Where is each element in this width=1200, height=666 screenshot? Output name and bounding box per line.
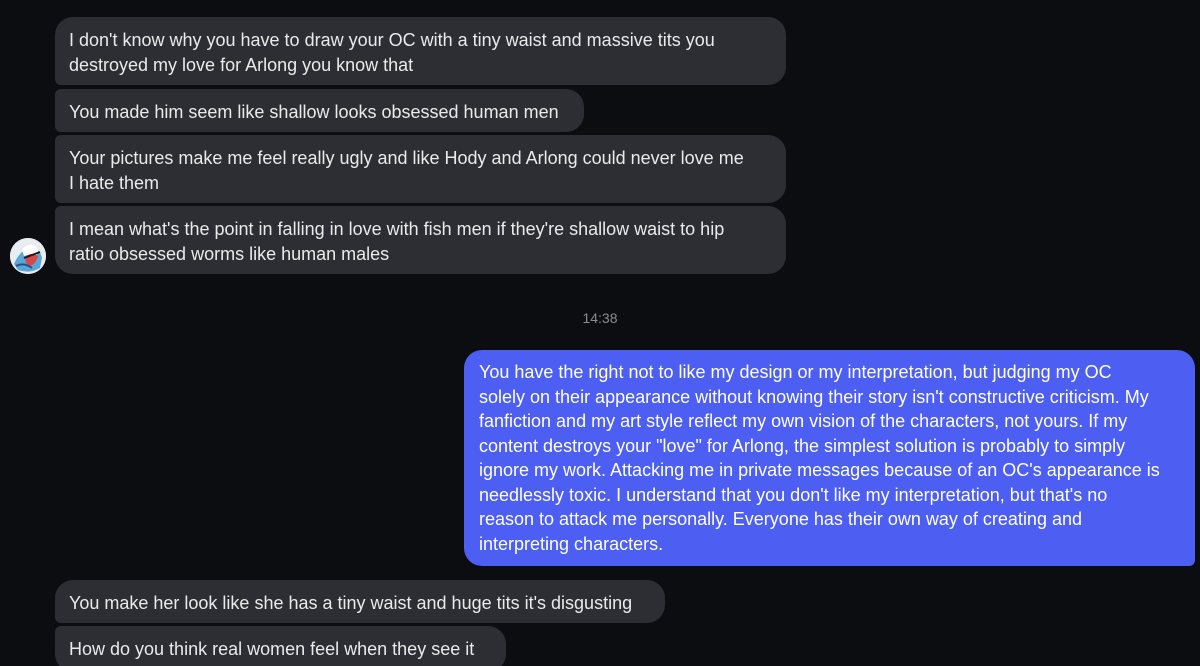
incoming-message[interactable]: Your pictures make me feel really ugly a… bbox=[55, 135, 786, 203]
outgoing-message[interactable]: You have the right not to like my design… bbox=[464, 350, 1195, 566]
avatar-illustration bbox=[10, 238, 46, 274]
incoming-message[interactable]: I don't know why you have to draw your O… bbox=[55, 17, 786, 85]
chat-thread: I don't know why you have to draw your O… bbox=[0, 0, 1200, 666]
incoming-message[interactable]: You made him seem like shallow looks obs… bbox=[55, 89, 584, 132]
incoming-message[interactable]: You make her look like she has a tiny wa… bbox=[55, 580, 665, 623]
incoming-message[interactable]: How do you think real women feel when th… bbox=[55, 626, 506, 666]
message-timestamp: 14:38 bbox=[582, 310, 618, 326]
user-avatar-icon[interactable] bbox=[10, 238, 46, 274]
incoming-message[interactable]: I mean what's the point in falling in lo… bbox=[55, 206, 786, 274]
